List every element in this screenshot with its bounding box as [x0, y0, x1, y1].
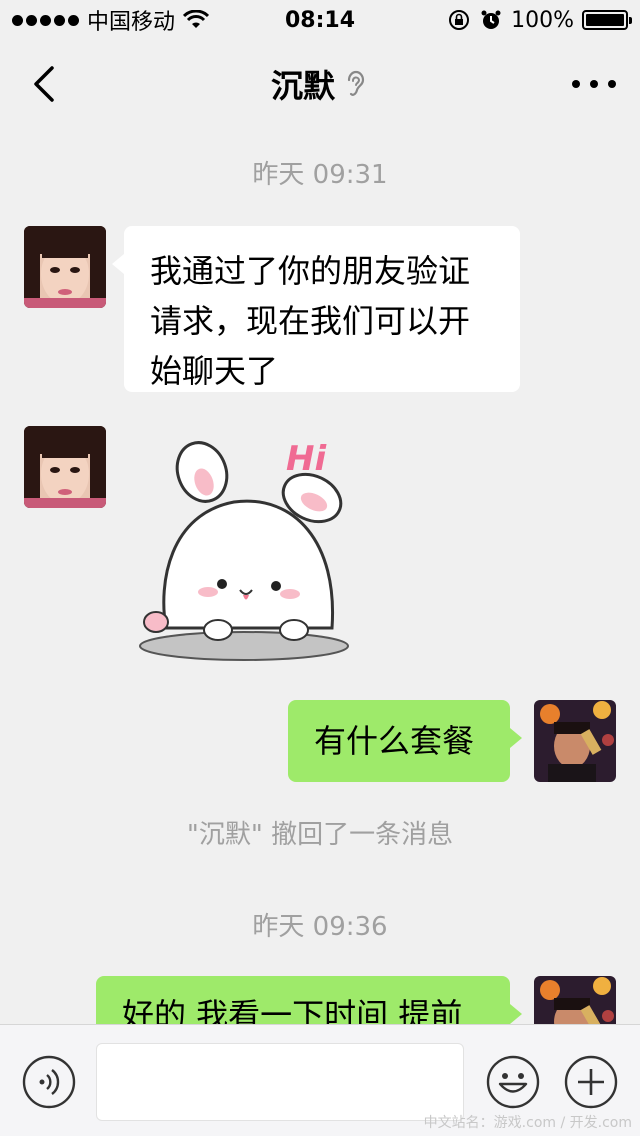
watermark: 中文站名：游戏.com / 开发.com: [423, 1115, 632, 1131]
message-bubble-incoming[interactable]: 我通过了你的朋友验证请求，现在我们可以开始聊天了: [112, 226, 520, 392]
message-text: 有什么套餐: [314, 722, 475, 760]
battery-fill: [586, 14, 624, 26]
recall-notice: "沉默" 撤回了一条消息: [186, 820, 454, 850]
message-input[interactable]: [96, 1043, 464, 1121]
message-text: 我通过了你的朋友验证请求，现在我们可以开始聊天了: [150, 252, 471, 390]
wifi-icon: [183, 10, 210, 28]
input-bar: 中文站名：游戏.com / 开发.com: [0, 1024, 640, 1136]
nav-bar: 沉默: [0, 40, 640, 128]
chat-title: 沉默: [271, 61, 369, 107]
message-bubble-outgoing[interactable]: 有什么套餐: [288, 700, 522, 782]
signal-icon: [12, 14, 79, 26]
chat-title-text: 沉默: [270, 67, 335, 105]
status-right: 100%: [447, 7, 632, 33]
battery-percent: 100%: [511, 7, 574, 33]
lock-rotation-icon: [449, 10, 470, 30]
status-left: 中国移动: [12, 4, 210, 36]
battery-icon: [582, 10, 632, 30]
plus-icon[interactable]: [564, 1055, 618, 1109]
more-icon[interactable]: [572, 70, 616, 98]
sticker-hi-text: Hi: [286, 439, 327, 479]
avatar-image: [24, 226, 106, 308]
avatar-image: [24, 426, 106, 508]
avatar-contact[interactable]: [24, 226, 106, 308]
voice-icon[interactable]: [22, 1055, 76, 1109]
ear-icon: [347, 70, 365, 96]
carrier-label: 中国移动: [87, 10, 176, 35]
timestamp: 昨天 09:31: [252, 160, 388, 190]
avatar-contact[interactable]: [24, 426, 106, 508]
timestamp: 昨天 09:36: [252, 912, 388, 942]
alarm-icon: [481, 10, 501, 29]
avatar-self[interactable]: [534, 700, 616, 782]
sticker-bunny-hi[interactable]: Hi: [134, 432, 354, 668]
emoji-icon[interactable]: [486, 1055, 540, 1109]
avatar-image: [534, 700, 616, 782]
status-bar: 中国移动 08:14 100%: [0, 0, 640, 40]
back-icon[interactable]: [26, 64, 66, 104]
